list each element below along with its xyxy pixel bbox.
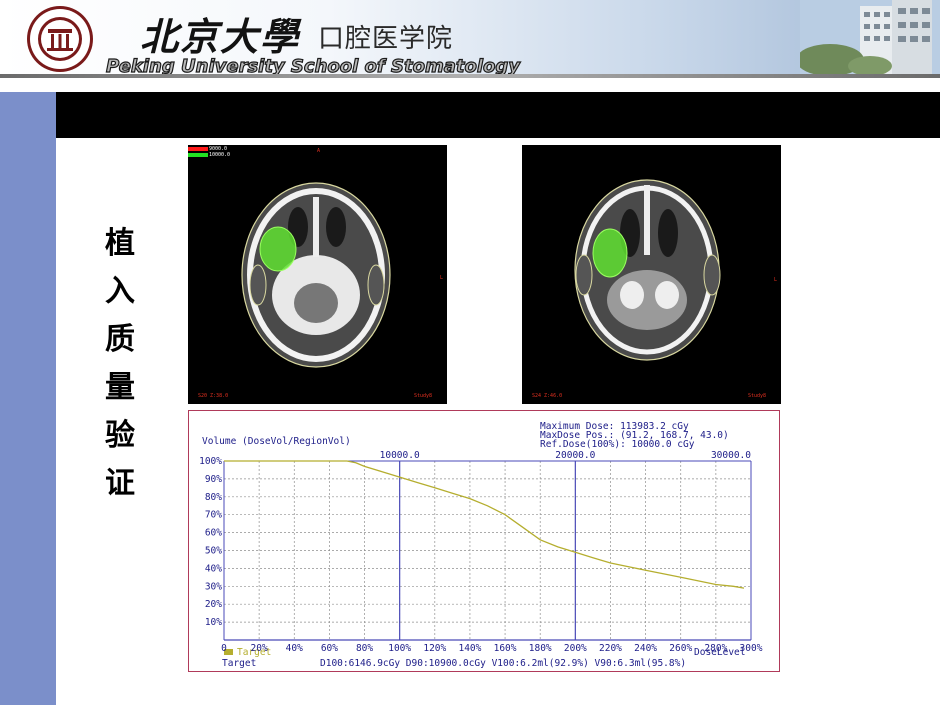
y-tick-label: 30% [205, 581, 222, 592]
title-char: 质 [105, 322, 135, 357]
x-tick-label: 280% [704, 643, 727, 654]
study-label: Study8 [414, 393, 433, 399]
x-tick-label: 200% [564, 643, 587, 654]
x-tick-label: 20% [251, 643, 268, 654]
x-tick-label: 300% [740, 643, 763, 654]
ct-scan-image [574, 179, 721, 361]
top-tick-label: 10000.0 [380, 450, 420, 461]
header-divider [0, 74, 940, 78]
y-tick-label: 90% [205, 474, 222, 485]
y-tick-label: 60% [205, 528, 222, 539]
summary-dose-stats: D100:6146.9cGy D90:10900.0cGy V100:6.2ml… [320, 658, 686, 669]
ct-scan-panel-2: L S24 Z:46.0 Study8 [522, 145, 781, 404]
x-tick-label: 100% [388, 643, 411, 654]
top-tick-label: 20000.0 [555, 450, 595, 461]
slice-info: S24 Z:46.0 [532, 393, 563, 399]
y-tick-label: 10% [205, 617, 222, 628]
dose-legend-green-label: 10000.0 [209, 152, 231, 158]
brand-chinese-name: 北京大學 [140, 14, 301, 59]
y-axis-title: Volume (DoseVol/RegionVol) [202, 436, 351, 447]
campus-building-image [800, 0, 940, 74]
slice-info: S20 Z:38.0 [198, 393, 229, 399]
study-label: Study8 [748, 393, 767, 399]
slide-vertical-title: 植 入 质 量 验 证 [98, 220, 142, 508]
target-contour [259, 226, 297, 272]
x-tick-label: 260% [669, 643, 692, 654]
x-tick-label: 140% [458, 643, 481, 654]
title-char: 入 [105, 274, 135, 309]
x-tick-label: 60% [321, 643, 338, 654]
x-tick-label: 120% [423, 643, 446, 654]
slide-side-bar [0, 92, 56, 705]
y-tick-label: 100% [199, 456, 222, 467]
school-chinese-name: 口腔医学院 [318, 24, 454, 54]
title-char: 植 [105, 226, 135, 261]
y-tick-label: 80% [205, 492, 222, 503]
orientation-marker-top: A [317, 148, 321, 154]
university-seal-icon [27, 6, 93, 72]
title-char: 量 [105, 370, 135, 405]
target-contour [592, 228, 628, 278]
x-tick-label: 180% [529, 643, 552, 654]
dvh-series-line [224, 460, 745, 589]
title-char: 证 [105, 466, 135, 501]
dvh-chart-panel: Volume (DoseVol/RegionVol) Maximum Dose:… [188, 410, 780, 672]
orientation-marker-side: L [440, 275, 444, 281]
summary-structure-name: Target [222, 658, 256, 669]
header-banner: 北京大學 口腔医学院 Peking University School of S… [0, 0, 940, 78]
title-char: 验 [105, 418, 135, 453]
x-tick-label: 160% [494, 643, 517, 654]
x-tick-label: 220% [599, 643, 622, 654]
dose-legend-green [188, 153, 208, 157]
x-tick-label: 0 [221, 643, 227, 654]
x-tick-label: 80% [356, 643, 373, 654]
x-tick-label: 240% [634, 643, 657, 654]
slide-title-bar [56, 92, 940, 138]
top-tick-label: 30000.0 [711, 450, 751, 461]
dvh-chart: Volume (DoseVol/RegionVol) Maximum Dose:… [199, 421, 763, 669]
x-tick-label: 40% [286, 643, 303, 654]
y-tick-label: 50% [205, 546, 222, 557]
ct-scan-image [241, 182, 391, 368]
y-tick-label: 70% [205, 510, 222, 521]
dose-legend-red [188, 147, 208, 151]
y-tick-label: 40% [205, 563, 222, 574]
y-tick-label: 20% [205, 599, 222, 610]
orientation-marker-side: L [774, 277, 778, 283]
ct-scan-panel-1: 9000.0 10000.0 A L S20 Z:38.0 Study8 [188, 145, 447, 404]
reference-dose-text: Ref.Dose(100%): 10000.0 cGy [540, 439, 695, 450]
